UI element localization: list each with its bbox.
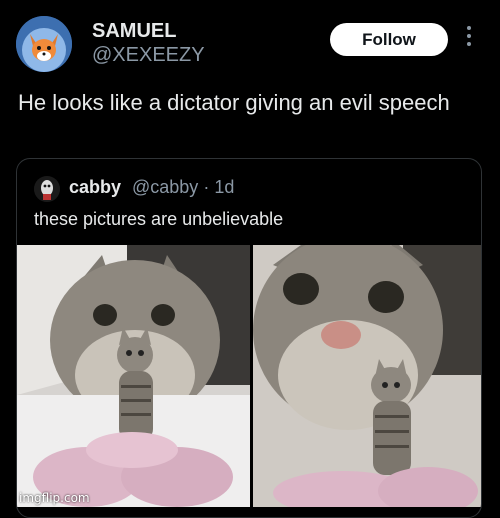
author-name[interactable]: SAMUEL (92, 20, 176, 43)
watermark-text: imgflip.com (19, 491, 90, 505)
cat-closeup-image (253, 245, 481, 507)
quote-timestamp[interactable]: · 1d (203, 177, 234, 197)
follow-button[interactable]: Follow (330, 23, 448, 56)
cat-photo-image (17, 245, 250, 507)
tweet-header: SAMUEL @XEXEEZY Follow (0, 0, 500, 80)
author-handle[interactable]: @XEXEEZY (92, 44, 205, 67)
quote-author-handle[interactable]: @cabby (132, 177, 198, 197)
fox-avatar-icon (16, 16, 72, 72)
tweet-text: He looks like a dictator giving an evil … (18, 90, 450, 115)
quote-text: these pictures are unbelievable (34, 209, 284, 229)
more-vertical-icon[interactable] (462, 22, 476, 56)
quote-avatar[interactable] (34, 176, 60, 202)
quote-author-meta[interactable]: @cabby · 1d (132, 177, 234, 198)
quoted-tweet[interactable]: cabby @cabby · 1d these pictures are unb… (16, 158, 482, 518)
quote-avatar-icon (34, 176, 60, 202)
quote-photo-1[interactable]: imgflip.com (17, 245, 250, 507)
quote-author-name[interactable]: cabby (69, 177, 121, 198)
quote-photo-2[interactable] (253, 245, 481, 507)
avatar[interactable] (16, 16, 72, 72)
